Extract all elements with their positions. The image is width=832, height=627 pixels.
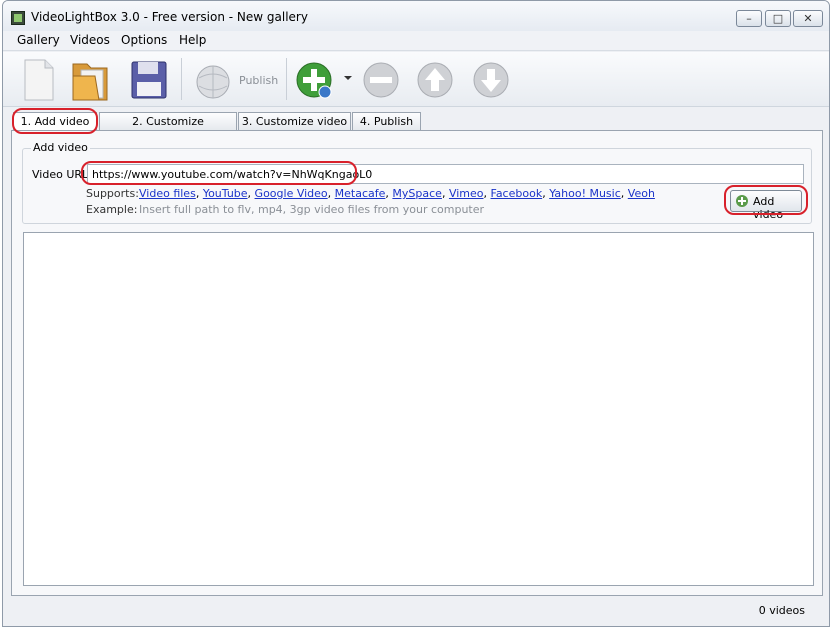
example-label: Example: (86, 203, 138, 216)
save-gallery-button[interactable] (125, 56, 171, 104)
tab-customize-video[interactable]: 3. Customize video (238, 112, 351, 131)
tab-add-video[interactable]: 1. Add video (13, 112, 97, 132)
publish-label: Publish (239, 74, 279, 87)
video-list-area[interactable] (23, 232, 814, 586)
new-document-icon (24, 59, 54, 101)
remove-icon (363, 62, 399, 98)
tab-customize-thumbnails[interactable]: 2. Customize thumbnails (99, 112, 237, 145)
open-folder-icon (72, 63, 108, 101)
move-up-button[interactable] (413, 56, 459, 104)
supports-label: Supports: (86, 187, 139, 200)
link-metacafe[interactable]: Metacafe (335, 187, 386, 200)
maximize-button[interactable]: □ (765, 10, 791, 27)
video-count: 0 videos (758, 604, 805, 617)
link-veoh[interactable]: Veoh (628, 187, 655, 200)
move-down-button[interactable] (469, 56, 515, 104)
example-hint: Insert full path to flv, mp4, 3gp video … (139, 203, 485, 216)
link-yahoo-music[interactable]: Yahoo! Music (549, 187, 621, 200)
add-video-panel: Add video Video URL Supports: Video file… (11, 130, 823, 596)
film-icon (11, 11, 25, 25)
remove-button[interactable] (359, 56, 405, 104)
tab-publish[interactable]: 4. Publish (352, 112, 421, 131)
add-icon (296, 62, 332, 99)
app-window: VideoLightBox 3.0 - Free version - New g… (2, 0, 830, 627)
window-title: VideoLightBox 3.0 - Free version - New g… (31, 10, 308, 24)
link-myspace[interactable]: MySpace (392, 187, 442, 200)
link-video-files[interactable]: Video files (139, 187, 196, 200)
menu-videos[interactable]: Videos (70, 33, 110, 47)
publish-button[interactable] (191, 56, 237, 104)
menu-help[interactable]: Help (179, 33, 206, 47)
supports-links: Video files, YouTube, Google Video, Meta… (139, 187, 655, 200)
open-gallery-button[interactable] (67, 56, 113, 104)
add-button[interactable] (292, 56, 338, 104)
link-vimeo[interactable]: Vimeo (449, 187, 484, 200)
group-title: Add video (31, 141, 90, 154)
link-facebook[interactable]: Facebook (491, 187, 543, 200)
close-icon: ✕ (803, 12, 813, 25)
toolbar: Publish (3, 52, 829, 107)
menu-options[interactable]: Options (121, 33, 167, 47)
menu-bar: Gallery Videos Options Help (3, 31, 829, 51)
menu-gallery[interactable]: Gallery (17, 33, 60, 47)
minimize-button[interactable]: – (736, 10, 762, 27)
status-bar: 0 videos (3, 598, 829, 622)
save-disk-icon (131, 61, 167, 99)
arrow-up-icon (417, 62, 453, 98)
minimize-icon: – (746, 12, 752, 25)
plus-icon (736, 195, 748, 207)
video-url-input[interactable] (87, 164, 804, 184)
video-url-label: Video URL (32, 168, 89, 181)
globe-icon (196, 65, 230, 99)
close-button[interactable]: ✕ (793, 10, 823, 27)
toolbar-separator (181, 58, 182, 100)
maximize-icon: □ (772, 12, 784, 25)
add-video-button-label: Add video (753, 195, 784, 221)
new-gallery-button[interactable] (15, 56, 61, 104)
arrow-down-icon (473, 62, 509, 98)
add-dropdown-icon[interactable] (344, 76, 352, 80)
toolbar-separator (286, 58, 287, 100)
add-video-button[interactable]: Add video (730, 190, 802, 221)
link-youtube[interactable]: YouTube (203, 187, 248, 200)
title-bar[interactable]: VideoLightBox 3.0 - Free version - New g… (3, 1, 829, 31)
link-google-video[interactable]: Google Video (255, 187, 328, 200)
